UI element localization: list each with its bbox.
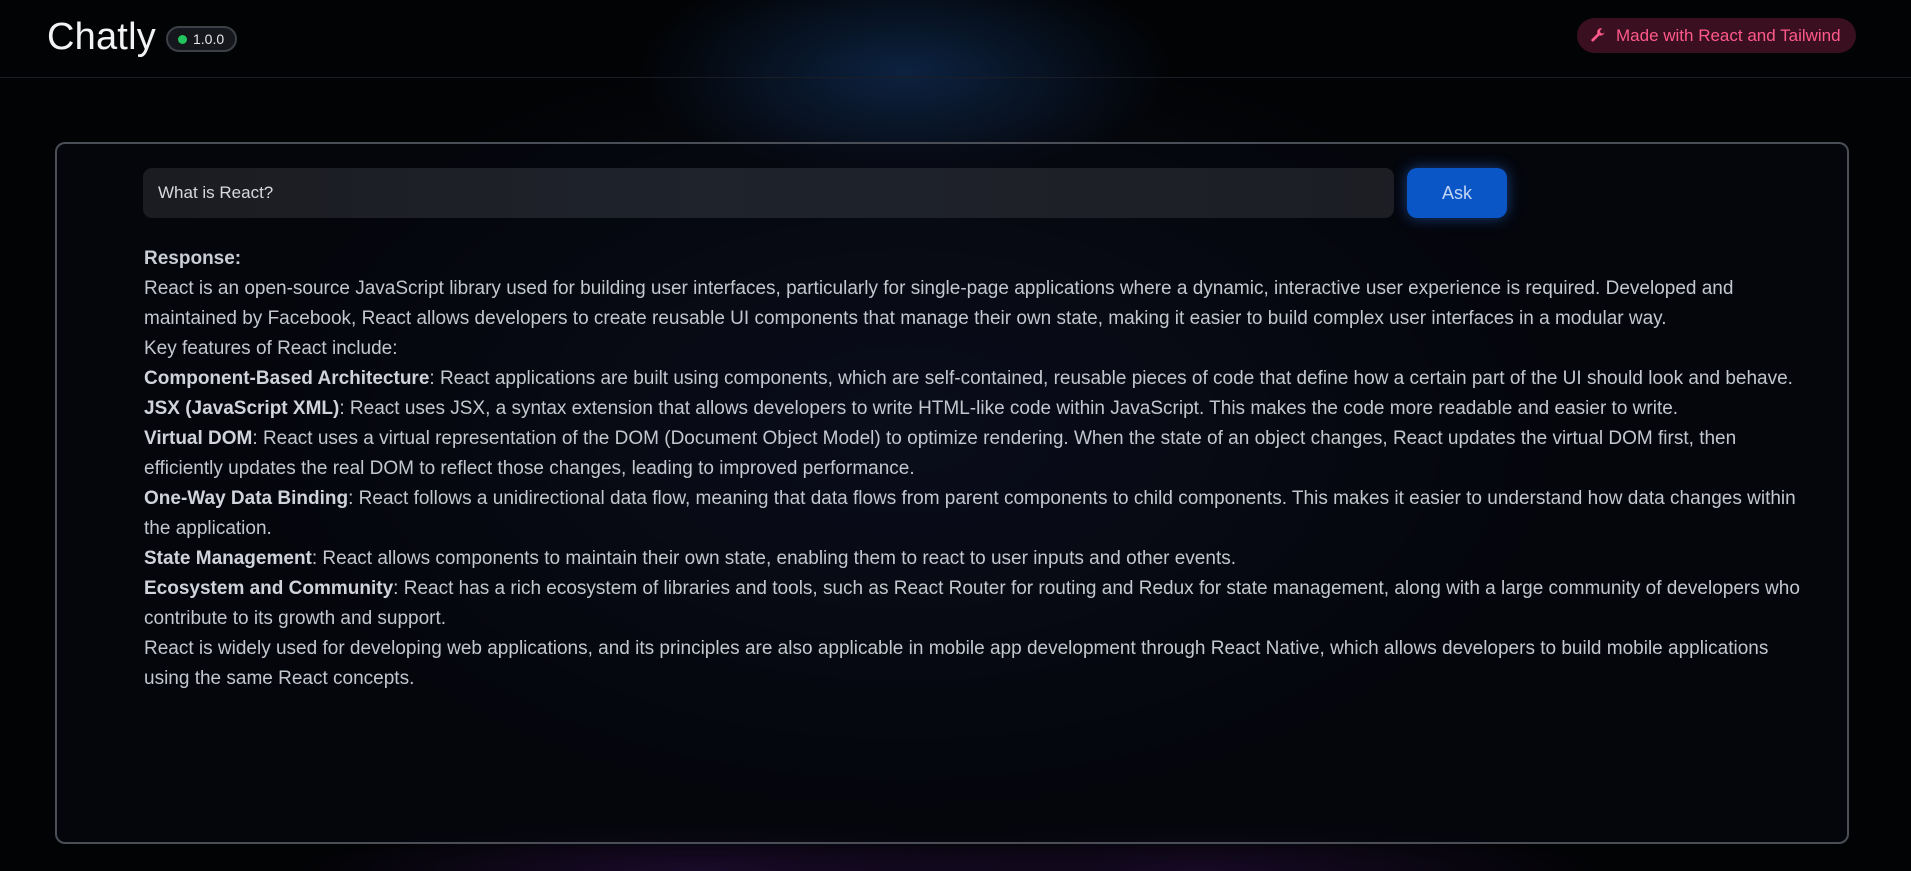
feature-title: JSX (JavaScript XML) — [144, 398, 340, 419]
wrench-icon — [1589, 27, 1607, 45]
status-dot-icon — [178, 34, 187, 44]
response-intro: React is an open-source JavaScript libra… — [144, 278, 1734, 329]
feature-text: : React has a rich ecosystem of librarie… — [144, 578, 1800, 629]
feature-item: One-Way Data Binding: React follows a un… — [144, 484, 1804, 544]
feature-item: Component-Based Architecture: React appl… — [144, 364, 1804, 394]
response-conclusion: React is widely used for developing web … — [144, 638, 1769, 689]
feature-item: Virtual DOM: React uses a virtual repres… — [144, 424, 1804, 484]
features-heading: Key features of React include: — [144, 338, 398, 359]
version-label: 1.0.0 — [193, 31, 225, 47]
feature-item: JSX (JavaScript XML): React uses JSX, a … — [144, 394, 1804, 424]
made-with-badge[interactable]: Made with React and Tailwind — [1577, 18, 1856, 53]
feature-item: Ecosystem and Community: React has a ric… — [144, 574, 1804, 634]
feature-text: : React allows components to maintain th… — [311, 548, 1237, 569]
made-with-label: Made with React and Tailwind — [1616, 25, 1841, 45]
response-label: Response: — [144, 248, 242, 269]
app-title: Chatly — [47, 16, 156, 58]
app-header: Chatly 1.0.0 Made with React and Tailwin… — [0, 0, 1911, 78]
feature-title: Component-Based Architecture — [144, 368, 430, 389]
feature-text: : React uses a virtual representation of… — [144, 428, 1737, 479]
feature-item: State Management: React allows component… — [144, 544, 1804, 574]
version-badge: 1.0.0 — [166, 26, 238, 52]
feature-text: : React follows a unidirectional data fl… — [144, 488, 1796, 539]
ask-button[interactable]: Ask — [1407, 168, 1507, 218]
feature-title: Virtual DOM — [144, 428, 253, 449]
feature-title: Ecosystem and Community — [144, 578, 394, 599]
feature-title: State Management — [144, 548, 312, 569]
feature-text: : React applications are built using com… — [429, 368, 1793, 389]
feature-title: One-Way Data Binding — [144, 488, 349, 509]
response-panel: Response: React is an open-source JavaSc… — [144, 244, 1804, 694]
app-page: Chatly 1.0.0 Made with React and Tailwin… — [0, 0, 1911, 871]
feature-text: : React uses JSX, a syntax extension tha… — [339, 398, 1679, 419]
question-input[interactable] — [143, 168, 1394, 218]
